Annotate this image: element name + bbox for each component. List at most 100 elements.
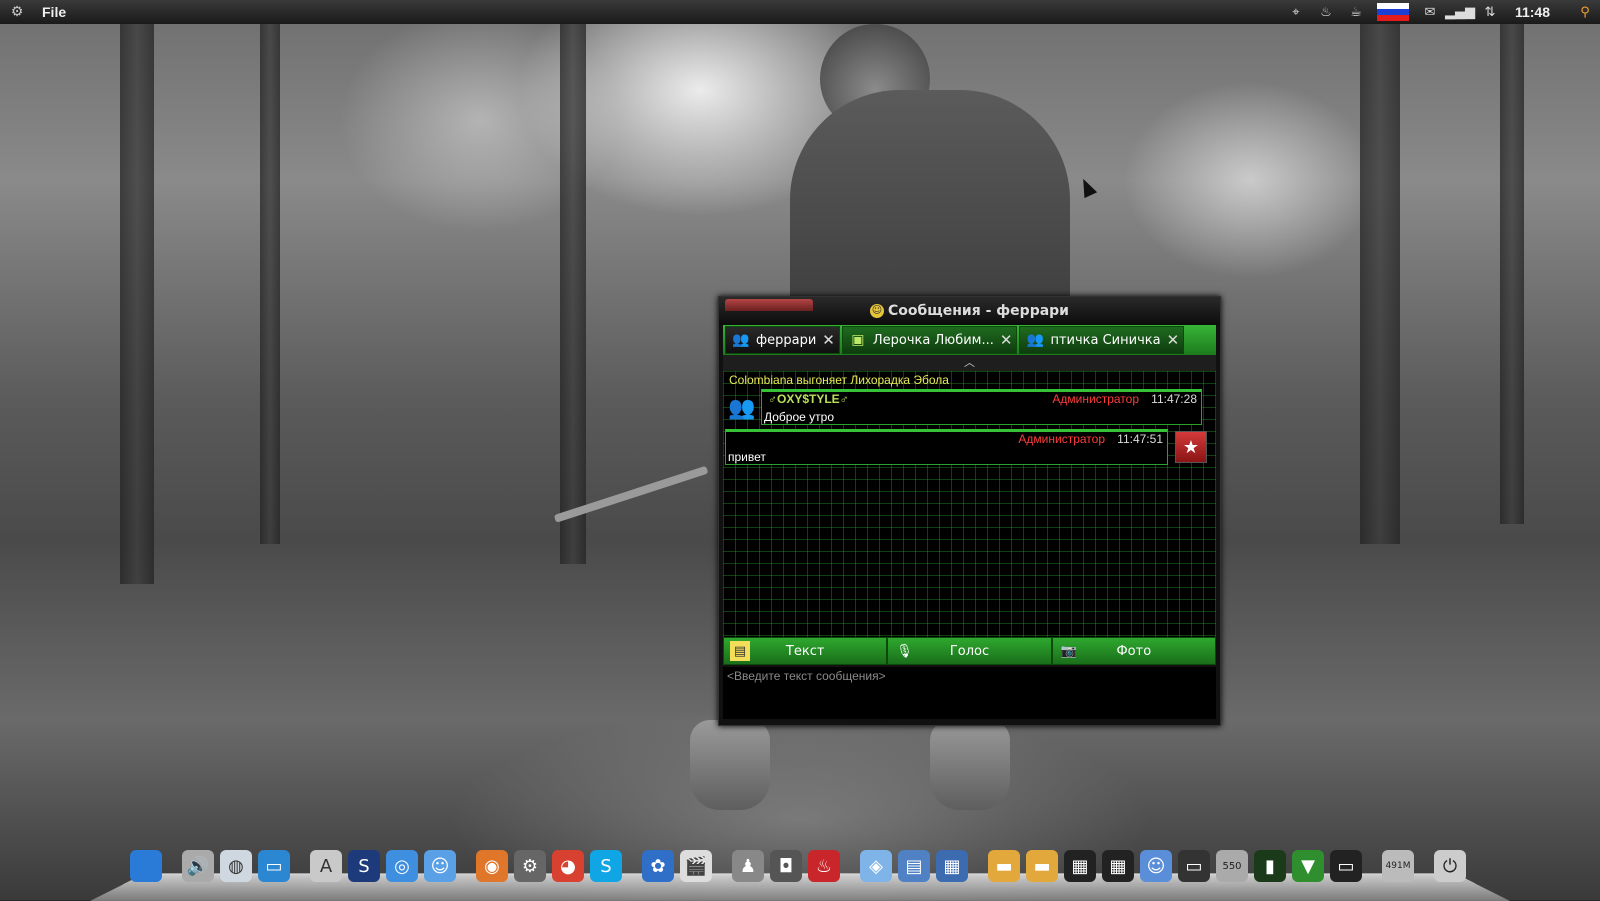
photo-mode-button[interactable]: 📷 Фото xyxy=(1051,637,1216,665)
tab-label: Лерочка Любим... xyxy=(872,332,994,348)
window-titlebar[interactable]: ☺ Сообщения - феррари xyxy=(719,297,1220,325)
message-role: Администратор xyxy=(1018,432,1105,446)
search-icon[interactable]: ⚲ xyxy=(1570,0,1600,24)
folder2-icon[interactable]: ▬ xyxy=(1026,850,1058,882)
close-icon[interactable]: ✕ xyxy=(1000,331,1013,349)
message-nick[interactable]: ♂OXY$TYLE♂ xyxy=(768,392,849,406)
camera-icon[interactable]: ◘ xyxy=(770,850,802,882)
windows-icon[interactable]: ▦ xyxy=(936,850,968,882)
text-mode-button[interactable]: ▤ Текст xyxy=(723,637,888,665)
app-icon: ☺ xyxy=(870,304,884,318)
butterfly-icon[interactable]: ✿ xyxy=(642,850,674,882)
mail-icon[interactable]: ✉ xyxy=(1415,0,1445,24)
boot xyxy=(690,720,770,810)
star-avatar-icon[interactable]: ★ xyxy=(1175,431,1207,463)
mode-label: Текст xyxy=(785,643,825,659)
tab-label: феррари xyxy=(756,332,817,348)
finder2-icon[interactable]: ☺ xyxy=(1140,850,1172,882)
mem-label: 491M xyxy=(1385,861,1411,871)
signal-icon[interactable]: ▂▄▆ xyxy=(1445,0,1475,24)
group-icon: 👥 xyxy=(732,332,750,348)
tab-ptichka[interactable]: 👥 птичка Синичка ✕ xyxy=(1019,326,1185,354)
user-avatar-icon[interactable]: 👥 xyxy=(725,391,759,425)
message-input-area xyxy=(723,667,1216,719)
tree-trunk xyxy=(1360,24,1400,544)
message-text: Доброе утро xyxy=(764,410,835,424)
person-body xyxy=(790,90,1070,320)
message-role: Администратор xyxy=(1052,392,1139,406)
display-icon[interactable]: ▦ xyxy=(1064,850,1096,882)
volume-icon[interactable]: 🔊 xyxy=(182,850,214,882)
mode-label: Голос xyxy=(949,643,990,659)
monitor-icon[interactable]: ▭ xyxy=(258,850,290,882)
boot xyxy=(930,720,1010,810)
safari-icon[interactable]: ◎ xyxy=(386,850,418,882)
meter-icon[interactable]: ▮ xyxy=(1254,850,1286,882)
system-tray: ⌖ ♨ ☕ ✉ ▂▄▆ ⇅ 11:48 ⚲ xyxy=(1281,0,1600,24)
chat-tabs: 👥 феррари ✕ ▣ Лерочка Любим... ✕ 👥 птичк… xyxy=(723,325,1216,355)
message-input[interactable] xyxy=(723,667,1216,719)
steam-icon[interactable]: ♨ xyxy=(1311,0,1341,24)
disk-icon[interactable]: 550 xyxy=(1216,850,1248,882)
monitor2-icon[interactable]: ▭ xyxy=(1330,850,1362,882)
clock[interactable]: 11:48 xyxy=(1515,4,1550,20)
display2-icon[interactable]: ▦ xyxy=(1102,850,1134,882)
top-panel: ⚙ File ⌖ ♨ ☕ ✉ ▂▄▆ ⇅ 11:48 ⚲ xyxy=(0,0,1600,24)
tree-trunk xyxy=(260,24,280,544)
system-menu-icon[interactable]: ⚙ xyxy=(4,1,30,23)
file-menu[interactable]: File xyxy=(42,4,66,20)
keyboard-layout-flag-icon[interactable] xyxy=(1376,3,1409,21)
message-text: привет xyxy=(728,450,766,464)
window-title: Сообщения - феррари xyxy=(888,303,1069,319)
finder-icon[interactable]: ☺ xyxy=(424,850,456,882)
voice-mode-button[interactable]: 🎙 Голос xyxy=(887,637,1052,665)
power-icon[interactable]: ⏻ xyxy=(1434,850,1466,882)
microphone-icon: 🎙 xyxy=(896,643,913,659)
cpu-icon[interactable]: ▼ xyxy=(1292,850,1324,882)
chrome-icon[interactable]: ◕ xyxy=(552,850,584,882)
disk-label: 550 xyxy=(1222,860,1242,872)
globe-icon[interactable]: ◍ xyxy=(220,850,252,882)
app-store-icon[interactable]: A xyxy=(310,850,342,882)
message-time: 11:47:51 xyxy=(1117,432,1163,446)
avatar-icon: ▣ xyxy=(851,332,865,348)
message-bubble: Администратор 11:47:51 привет xyxy=(725,429,1168,465)
chat-window: ☺ Сообщения - феррари 👥 феррари ✕ ▣ Леро… xyxy=(718,296,1221,726)
skype-icon[interactable]: S xyxy=(590,850,622,882)
camera-icon: 📷 xyxy=(1060,643,1077,659)
message-time: 11:47:28 xyxy=(1151,392,1197,406)
group-icon: 👥 xyxy=(1026,332,1045,348)
games-icon[interactable]: ♟ xyxy=(732,850,764,882)
message-history[interactable]: Colombiana выгоняет Лихорадка Эбола 👥 ♂O… xyxy=(723,371,1216,637)
close-icon[interactable]: ✕ xyxy=(822,331,835,349)
trash-icon[interactable]: 491M xyxy=(1382,850,1414,882)
tree-trunk xyxy=(560,24,586,564)
close-icon[interactable]: ✕ xyxy=(1167,331,1180,349)
tab-label: птичка Синичка xyxy=(1050,332,1161,348)
apple-icon[interactable] xyxy=(130,850,162,882)
collapse-chevron-up-icon[interactable]: ︿ xyxy=(723,355,1216,371)
tree-trunk xyxy=(1500,24,1524,524)
note-icon: ▤ xyxy=(730,641,750,661)
location-icon[interactable]: ⌖ xyxy=(1281,0,1311,24)
terminal-icon[interactable]: ▭ xyxy=(1178,850,1210,882)
tab-ferrari[interactable]: 👥 феррари ✕ xyxy=(725,326,840,354)
tab-lerochka[interactable]: ▣ Лерочка Любим... ✕ xyxy=(841,326,1018,354)
skype-s-icon[interactable]: S xyxy=(348,850,380,882)
message-mode-bar: ▤ Текст 🎙 Голос 📷 Фото xyxy=(723,637,1216,665)
settings-icon[interactable]: ⚙ xyxy=(514,850,546,882)
dock: 🔊 ◍ ▭ A S ◎ ☺ ◉ ⚙ ◕ S ✿ 🎬 ♟ ◘ ♨ ◈ ▤ ▦ ▬ … xyxy=(130,848,1470,884)
system-message: Colombiana выгоняет Лихорадка Эбола xyxy=(729,373,949,387)
flame-icon[interactable]: ♨ xyxy=(808,850,840,882)
network-icon[interactable]: ⇅ xyxy=(1475,0,1505,24)
box-icon[interactable]: ◈ xyxy=(860,850,892,882)
window-grip[interactable] xyxy=(725,299,813,311)
firefox-icon[interactable]: ◉ xyxy=(476,850,508,882)
window-icon[interactable]: ▤ xyxy=(898,850,930,882)
tree-trunk xyxy=(120,24,154,584)
clapper-icon[interactable]: 🎬 xyxy=(680,850,712,882)
message-bubble: ♂OXY$TYLE♂ Администратор 11:47:28 Доброе… xyxy=(761,389,1202,425)
mode-label: Фото xyxy=(1116,643,1152,659)
coffee-icon[interactable]: ☕ xyxy=(1341,0,1371,24)
folder-icon[interactable]: ▬ xyxy=(988,850,1020,882)
